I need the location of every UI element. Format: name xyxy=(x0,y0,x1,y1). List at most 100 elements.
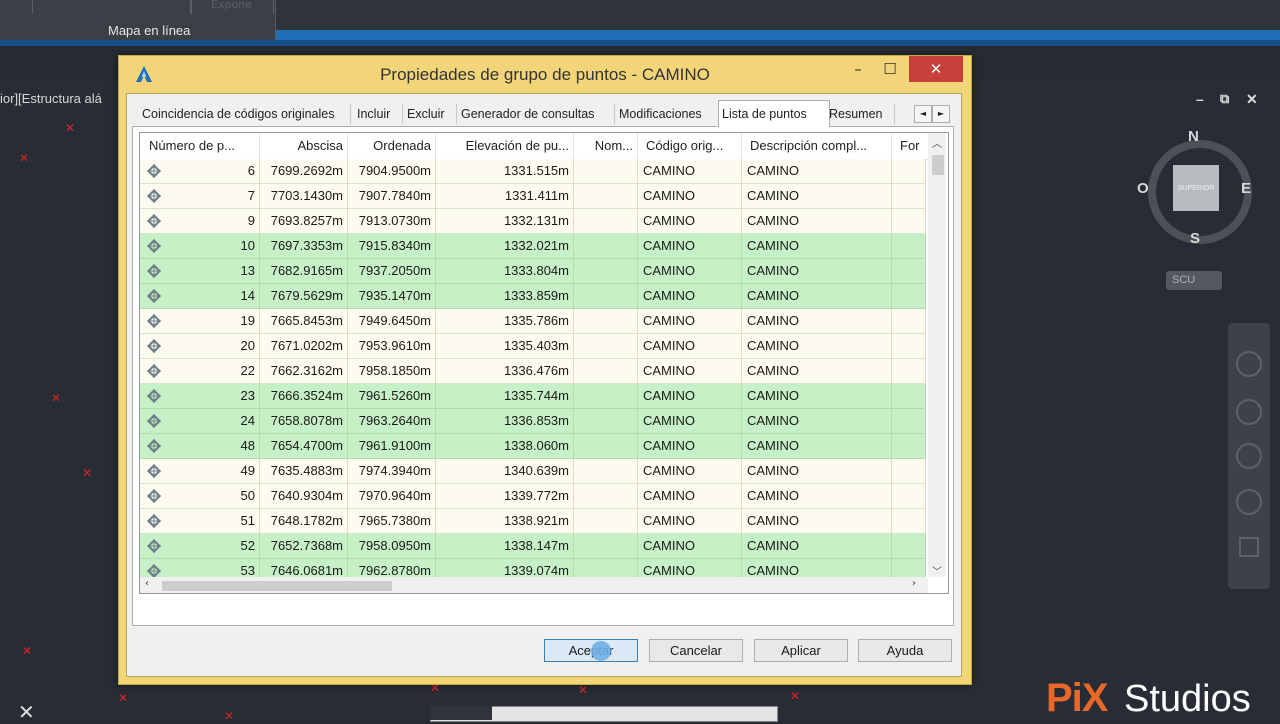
scroll-down-icon[interactable]: ﹀ xyxy=(932,563,942,578)
table-row[interactable]: 52 7652.7368m 7958.0950m 1338.147m CAMINO CAM… xyxy=(140,534,926,559)
cell-format[interactable] xyxy=(892,259,926,284)
orbit-icon[interactable] xyxy=(1236,489,1262,515)
cell-elevation[interactable]: 1336.853m xyxy=(436,409,574,434)
cell-full-description[interactable]: CAMINO xyxy=(742,359,892,384)
cell-number[interactable]: 48 xyxy=(140,434,260,459)
cell-format[interactable] xyxy=(892,159,926,184)
cell-format[interactable] xyxy=(892,209,926,234)
vertical-scrollbar[interactable]: ︿ ﹀ xyxy=(928,133,946,578)
cell-raw-code[interactable]: CAMINO xyxy=(638,434,742,459)
cell-name[interactable] xyxy=(574,309,638,334)
table-row[interactable]: 23 7666.3524m 7961.5260m 1335.744m CAMINO CAM… xyxy=(140,384,926,409)
cell-northing[interactable]: 7949.6450m xyxy=(348,309,436,334)
cell-northing[interactable]: 7958.1850m xyxy=(348,359,436,384)
cell-name[interactable] xyxy=(574,209,638,234)
viewcube-face-top[interactable]: SUPERIOR xyxy=(1173,165,1219,211)
cell-northing[interactable]: 7970.9640m xyxy=(348,484,436,509)
cell-full-description[interactable]: CAMINO xyxy=(742,259,892,284)
tab-query-builder[interactable]: Generador de consultas xyxy=(458,104,615,124)
cell-format[interactable] xyxy=(892,359,926,384)
cell-easting[interactable]: 7699.2692m xyxy=(260,159,348,184)
cell-raw-code[interactable]: CAMINO xyxy=(638,409,742,434)
cell-raw-code[interactable]: CAMINO xyxy=(638,509,742,534)
cell-name[interactable] xyxy=(574,284,638,309)
cell-format[interactable] xyxy=(892,184,926,209)
cell-raw-code[interactable]: CAMINO xyxy=(638,359,742,384)
cell-number[interactable]: 24 xyxy=(140,409,260,434)
cell-elevation[interactable]: 1333.804m xyxy=(436,259,574,284)
cell-number[interactable]: 50 xyxy=(140,484,260,509)
cell-name[interactable] xyxy=(574,359,638,384)
cell-northing[interactable]: 7958.0950m xyxy=(348,534,436,559)
cell-northing[interactable]: 7935.1470m xyxy=(348,284,436,309)
table-row[interactable]: 50 7640.9304m 7970.9640m 1339.772m CAMINO CAM… xyxy=(140,484,926,509)
table-row[interactable]: 14 7679.5629m 7935.1470m 1333.859m CAMINO CAM… xyxy=(140,284,926,309)
cell-format[interactable] xyxy=(892,384,926,409)
column-header-raw-code[interactable]: Código orig... xyxy=(638,133,742,159)
cell-format[interactable] xyxy=(892,334,926,359)
cell-full-description[interactable]: CAMINO xyxy=(742,509,892,534)
cell-raw-code[interactable]: CAMINO xyxy=(638,309,742,334)
tab-scroll-left-icon[interactable]: ◄ xyxy=(914,105,932,123)
table-row[interactable]: 20 7671.0202m 7953.9610m 1335.403m CAMINO CAM… xyxy=(140,334,926,359)
cell-elevation[interactable]: 1336.476m xyxy=(436,359,574,384)
cell-raw-code[interactable]: CAMINO xyxy=(638,534,742,559)
cell-raw-code[interactable]: CAMINO xyxy=(638,184,742,209)
point-list-grid[interactable]: Número de p... Abscisa Ordenada Elevació… xyxy=(139,132,949,594)
cell-easting[interactable]: 7635.4883m xyxy=(260,459,348,484)
cell-elevation[interactable]: 1331.515m xyxy=(436,159,574,184)
column-header-northing[interactable]: Ordenada xyxy=(348,133,436,159)
compass-east[interactable]: E xyxy=(1241,180,1251,197)
viewcube[interactable]: SUPERIOR N S E O xyxy=(1137,128,1252,247)
scroll-right-icon[interactable]: › xyxy=(912,578,916,589)
cell-number[interactable]: 13 xyxy=(140,259,260,284)
table-row[interactable]: 51 7648.1782m 7965.7380m 1338.921m CAMINO CAM… xyxy=(140,509,926,534)
tab-include[interactable]: Incluir xyxy=(354,104,403,124)
cell-format[interactable] xyxy=(892,459,926,484)
cell-easting[interactable]: 7652.7368m xyxy=(260,534,348,559)
cell-name[interactable] xyxy=(574,409,638,434)
pan-icon[interactable] xyxy=(1236,399,1262,425)
cell-elevation[interactable]: 1332.021m xyxy=(436,234,574,259)
scroll-left-icon[interactable]: ‹ xyxy=(145,578,149,589)
scroll-up-icon[interactable]: ︿ xyxy=(932,135,942,150)
column-header-easting[interactable]: Abscisa xyxy=(260,133,348,159)
horizontal-scroll-thumb[interactable] xyxy=(162,581,392,591)
showmotion-icon[interactable] xyxy=(1239,537,1259,557)
cell-northing[interactable]: 7974.3940m xyxy=(348,459,436,484)
cell-name[interactable] xyxy=(574,384,638,409)
tab-point-list[interactable]: Lista de puntos xyxy=(718,100,830,127)
cell-full-description[interactable]: CAMINO xyxy=(742,209,892,234)
cell-elevation[interactable]: 1335.786m xyxy=(436,309,574,334)
cell-raw-code[interactable]: CAMINO xyxy=(638,159,742,184)
cell-easting[interactable]: 7671.0202m xyxy=(260,334,348,359)
cell-elevation[interactable]: 1340.639m xyxy=(436,459,574,484)
cell-northing[interactable]: 7937.2050m xyxy=(348,259,436,284)
cell-easting[interactable]: 7648.1782m xyxy=(260,509,348,534)
cell-full-description[interactable]: CAMINO xyxy=(742,534,892,559)
cell-full-description[interactable]: CAMINO xyxy=(742,434,892,459)
cell-number[interactable]: 20 xyxy=(140,334,260,359)
cell-name[interactable] xyxy=(574,159,638,184)
cell-number[interactable]: 19 xyxy=(140,309,260,334)
cell-elevation[interactable]: 1339.772m xyxy=(436,484,574,509)
ribbon-tab[interactable] xyxy=(32,0,192,14)
table-row[interactable]: 7 7703.1430m 7907.7840m 1331.411m CAMINO CAMI… xyxy=(140,184,926,209)
cell-raw-code[interactable]: CAMINO xyxy=(638,459,742,484)
table-row[interactable]: 6 7699.2692m 7904.9500m 1331.515m CAMINO CAMI… xyxy=(140,159,926,184)
cell-full-description[interactable]: CAMINO xyxy=(742,309,892,334)
cell-full-description[interactable]: CAMINO xyxy=(742,184,892,209)
cell-number[interactable]: 9 xyxy=(140,209,260,234)
cell-northing[interactable]: 7963.2640m xyxy=(348,409,436,434)
cell-format[interactable] xyxy=(892,484,926,509)
cell-number[interactable]: 6 xyxy=(140,159,260,184)
cell-name[interactable] xyxy=(574,184,638,209)
cell-easting[interactable]: 7658.8078m xyxy=(260,409,348,434)
cell-northing[interactable]: 7913.0730m xyxy=(348,209,436,234)
cell-format[interactable] xyxy=(892,284,926,309)
viewport-minimize-icon[interactable]: – xyxy=(1196,91,1204,107)
cell-northing[interactable]: 7904.9500m xyxy=(348,159,436,184)
cell-raw-code[interactable]: CAMINO xyxy=(638,209,742,234)
cell-raw-code[interactable]: CAMINO xyxy=(638,334,742,359)
cell-elevation[interactable]: 1338.147m xyxy=(436,534,574,559)
